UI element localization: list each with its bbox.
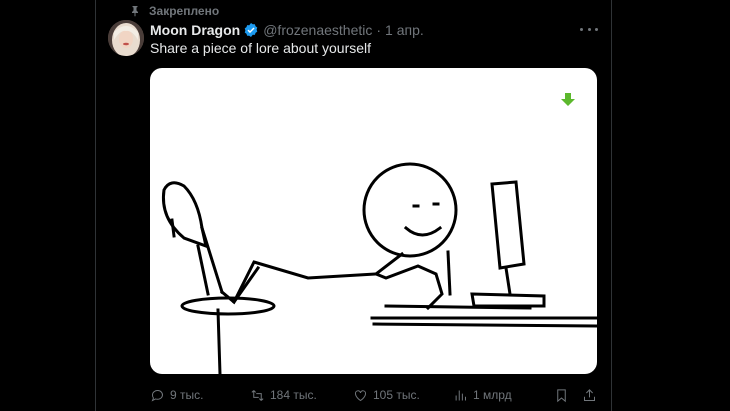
separator-dot: · xyxy=(376,22,382,38)
tweet-header: Moon Dragon @frozenaesthetic · 1 апр. xyxy=(150,21,424,39)
pinned-label: Закреплено xyxy=(149,4,220,18)
like-count: 105 тыс. xyxy=(373,388,420,402)
bookmark-icon xyxy=(557,388,566,402)
views-icon xyxy=(455,390,466,400)
share-icon xyxy=(584,388,595,401)
author-handle[interactable]: @frozenaesthetic xyxy=(263,22,372,38)
tweet-media-image[interactable] xyxy=(150,68,597,374)
pinned-indicator: Закреплено xyxy=(129,3,219,19)
bookmark-button[interactable] xyxy=(554,385,569,405)
views-button[interactable]: 1 млрд xyxy=(453,385,512,405)
download-arrow-icon[interactable] xyxy=(561,93,575,107)
tweet-date[interactable]: 1 апр. xyxy=(385,22,424,38)
heart-icon xyxy=(355,389,366,401)
more-options-icon[interactable] xyxy=(580,22,598,36)
share-button[interactable] xyxy=(582,385,597,405)
retweet-icon xyxy=(251,389,264,401)
like-button[interactable]: 105 тыс. xyxy=(353,385,420,405)
reply-button[interactable]: 9 тыс. xyxy=(150,385,203,405)
tweet-actions: 9 тыс. 184 тыс. 105 тыс. 1 млрд xyxy=(150,385,600,405)
author-name[interactable]: Moon Dragon xyxy=(150,22,240,38)
pin-icon xyxy=(132,6,138,17)
retweet-count: 184 тыс. xyxy=(270,388,317,402)
tweet-text: Share a piece of lore about yourself xyxy=(150,40,372,56)
verified-badge-icon[interactable] xyxy=(243,22,259,38)
reply-icon xyxy=(151,389,163,402)
reply-count: 9 тыс. xyxy=(170,388,204,402)
views-count: 1 млрд xyxy=(473,388,512,402)
avatar[interactable] xyxy=(108,20,144,56)
retweet-button[interactable]: 184 тыс. xyxy=(250,385,317,405)
stick-figure-drawing xyxy=(161,162,597,374)
